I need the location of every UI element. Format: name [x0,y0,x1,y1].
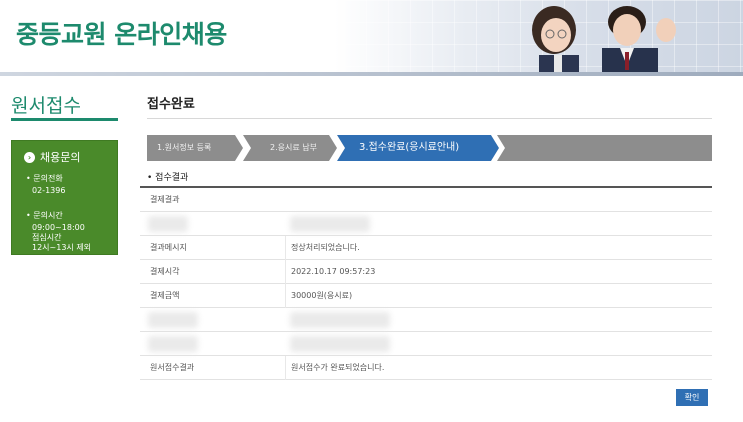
site-title[interactable]: 중등교원 온라인채용 [16,15,227,51]
table-row: 결과메시지 정상처리되었습니다. [140,236,712,260]
hours-value: 09:00~18:00 [32,223,85,232]
step-2: 2.응시료 납부 [270,143,317,152]
page-title: 접수완료 [147,97,195,112]
table-row: 원서접수결과 원서접수가 완료되었습니다. [140,356,712,380]
lunch-label: 점심시간 [32,233,62,242]
row-label: 결제시각 [150,267,180,276]
row-value: 30000원(응시료) [291,291,353,300]
page-title-divider [147,118,712,119]
step-1: 1.원서정보 등록 [157,143,212,152]
row-value: 정상처리되었습니다. [291,243,360,252]
lunch-value: 12시~13시 제외 [32,243,92,252]
header-divider [0,72,743,76]
redacted-value [290,216,370,232]
contact-box: › 채용문의 • 문의전화 02-1396 • 문의시간 09:00~18:00… [11,140,118,255]
sidebar-title: 원서접수 [11,95,81,117]
arrow-circle-icon: › [24,151,35,163]
sidebar-title-underline [11,118,118,121]
redacted-label [148,336,198,352]
redacted-value [290,336,390,352]
table-row [140,212,712,236]
table-row: 결제결과 [140,188,712,212]
contact-box-header: › 채용문의 [24,149,117,165]
section-label: • 접수결과 [147,173,189,183]
row-value: 원서접수가 완료되었습니다. [291,363,385,372]
step-3-active: 3.접수완료(응시료안내) [359,142,460,153]
row-label: 결제결과 [150,195,180,204]
row-label: 결과메시지 [150,243,187,252]
phone-label: • 문의전화 [26,174,63,183]
redacted-label [148,216,188,232]
table-row [140,308,712,332]
row-label: 원서접수결과 [150,363,195,372]
table-row [140,332,712,356]
header-banner: 중등교원 온라인채용 [0,0,743,76]
redacted-label [148,312,198,328]
hours-label: • 문의시간 [26,211,63,220]
table-row: 결제금액 30000원(응시료) [140,284,712,308]
students-photo [532,6,676,76]
table-row: 결제시각 2022.10.17 09:57:23 [140,260,712,284]
row-value: 2022.10.17 09:57:23 [291,267,376,276]
phone-value: 02-1396 [32,186,66,195]
result-table: 결제결과 결과메시지 정상처리되었습니다. 결제시각 2022.10.17 09… [140,186,712,380]
row-label: 결제금액 [150,291,180,300]
step-progress-bar: 1.원서정보 등록 2.응시료 납부 3.접수완료(응시료안내) [147,135,712,161]
redacted-value [290,312,390,328]
confirm-button[interactable]: 확인 [676,389,708,406]
contact-box-title: 채용문의 [40,151,81,164]
